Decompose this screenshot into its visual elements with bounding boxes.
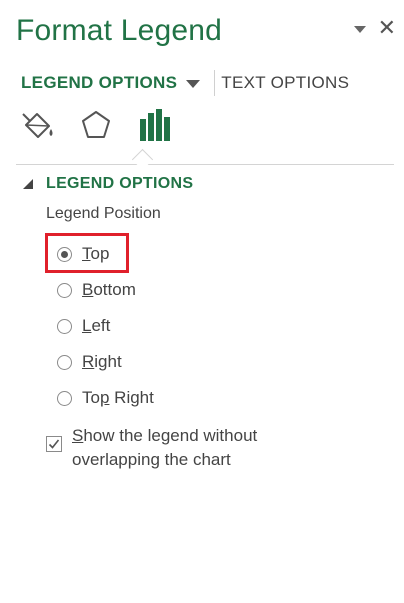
radio-label-bottom: Bottom bbox=[82, 280, 136, 300]
close-icon[interactable]: ✕ bbox=[378, 17, 396, 39]
radio-left[interactable]: Left bbox=[57, 316, 110, 336]
access-key: R bbox=[82, 352, 95, 371]
tab-legend-options[interactable]: LEGEND OPTIONS bbox=[21, 73, 177, 93]
radio-label-top-right: Top Right bbox=[82, 388, 154, 408]
radio-button[interactable] bbox=[57, 318, 72, 334]
tab-text-options[interactable]: TEXT OPTIONS bbox=[221, 73, 349, 93]
task-pane-options-icon[interactable] bbox=[353, 26, 366, 33]
radio-label-post: Right bbox=[109, 388, 154, 407]
radio-button[interactable] bbox=[57, 390, 72, 406]
legend-options-icon[interactable] bbox=[136, 106, 172, 144]
radio-button[interactable] bbox=[57, 282, 72, 298]
radio-button[interactable] bbox=[57, 354, 72, 370]
radio-label-rest: ight bbox=[94, 352, 122, 371]
chevron-down-icon[interactable] bbox=[186, 80, 201, 88]
option-category-icons bbox=[20, 106, 172, 144]
legend-position-label: Legend Position bbox=[46, 205, 161, 222]
legend-options-section-header[interactable]: LEGEND OPTIONS bbox=[23, 175, 193, 193]
section-title: LEGEND OPTIONS bbox=[46, 175, 194, 192]
selection-highlight-box bbox=[45, 233, 129, 273]
access-key: S bbox=[72, 426, 84, 445]
radio-top-right[interactable]: Top Right bbox=[57, 388, 154, 408]
access-key: B bbox=[82, 280, 94, 299]
selected-category-notch bbox=[131, 148, 154, 171]
radio-label-rest: ottom bbox=[93, 280, 136, 299]
radio-label-left: Left bbox=[82, 316, 110, 336]
checkbox[interactable] bbox=[46, 436, 62, 452]
pane-title: Format Legend bbox=[16, 14, 223, 47]
icon-row-divider bbox=[16, 164, 394, 165]
tab-divider bbox=[214, 70, 216, 96]
no-overlap-checkbox-item[interactable]: Show the legend without overlapping the … bbox=[46, 424, 302, 472]
effects-icon[interactable] bbox=[78, 106, 114, 144]
pane-controls: ✕ bbox=[353, 17, 396, 39]
checkmark-icon bbox=[48, 439, 60, 449]
radio-bottom[interactable]: Bottom bbox=[57, 280, 136, 300]
checkbox-label: Show the legend without overlapping the … bbox=[72, 424, 302, 472]
checkbox-label-rest: how the legend without overlapping the c… bbox=[72, 426, 258, 469]
radio-right[interactable]: Right bbox=[57, 352, 122, 372]
radio-label-rest: eft bbox=[91, 316, 111, 335]
fill-line-icon[interactable] bbox=[20, 106, 56, 144]
radio-label-pre: To bbox=[82, 388, 100, 407]
options-tabs: LEGEND OPTIONS TEXT OPTIONS bbox=[21, 70, 349, 96]
collapse-triangle-icon[interactable] bbox=[23, 179, 33, 189]
radio-label-right: Right bbox=[82, 352, 122, 372]
